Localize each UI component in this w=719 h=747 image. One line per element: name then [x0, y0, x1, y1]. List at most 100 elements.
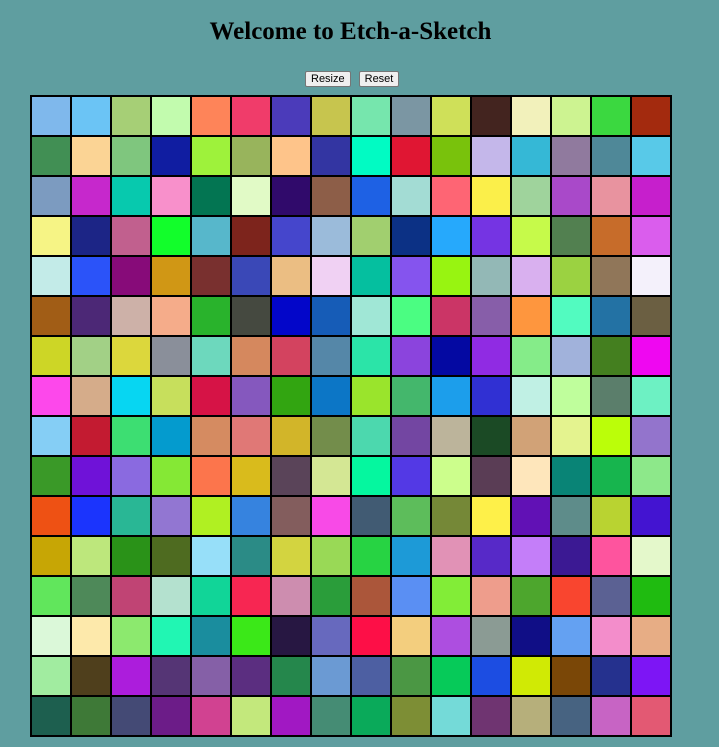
- grid-cell[interactable]: [231, 136, 271, 176]
- grid-cell[interactable]: [31, 416, 71, 456]
- grid-cell[interactable]: [31, 576, 71, 616]
- grid-cell[interactable]: [471, 456, 511, 496]
- grid-cell[interactable]: [311, 336, 351, 376]
- grid-cell[interactable]: [71, 96, 111, 136]
- grid-cell[interactable]: [551, 336, 591, 376]
- grid-cell[interactable]: [311, 96, 351, 136]
- grid-cell[interactable]: [231, 336, 271, 376]
- grid-cell[interactable]: [271, 336, 311, 376]
- grid-cell[interactable]: [591, 536, 631, 576]
- grid-cell[interactable]: [31, 456, 71, 496]
- grid-cell[interactable]: [471, 216, 511, 256]
- grid-cell[interactable]: [111, 536, 151, 576]
- grid-cell[interactable]: [191, 376, 231, 416]
- resize-button[interactable]: Resize: [305, 71, 351, 87]
- grid-cell[interactable]: [151, 216, 191, 256]
- grid-cell[interactable]: [551, 136, 591, 176]
- grid-cell[interactable]: [551, 576, 591, 616]
- grid-cell[interactable]: [111, 456, 151, 496]
- grid-cell[interactable]: [231, 496, 271, 536]
- grid-cell[interactable]: [231, 536, 271, 576]
- grid-cell[interactable]: [631, 136, 671, 176]
- grid-cell[interactable]: [471, 296, 511, 336]
- grid-cell[interactable]: [351, 656, 391, 696]
- grid-cell[interactable]: [511, 696, 551, 736]
- grid-cell[interactable]: [351, 96, 391, 136]
- grid-cell[interactable]: [351, 376, 391, 416]
- grid-cell[interactable]: [71, 656, 111, 696]
- grid-cell[interactable]: [231, 456, 271, 496]
- grid-cell[interactable]: [311, 136, 351, 176]
- grid-cell[interactable]: [111, 336, 151, 376]
- grid-cell[interactable]: [431, 176, 471, 216]
- grid-cell[interactable]: [151, 656, 191, 696]
- grid-cell[interactable]: [191, 576, 231, 616]
- grid-cell[interactable]: [631, 456, 671, 496]
- grid-cell[interactable]: [191, 696, 231, 736]
- grid-cell[interactable]: [311, 496, 351, 536]
- grid-cell[interactable]: [311, 656, 351, 696]
- grid-cell[interactable]: [391, 96, 431, 136]
- grid-cell[interactable]: [631, 576, 671, 616]
- grid-cell[interactable]: [551, 376, 591, 416]
- grid-cell[interactable]: [311, 536, 351, 576]
- grid-cell[interactable]: [591, 296, 631, 336]
- grid-cell[interactable]: [31, 336, 71, 376]
- grid-cell[interactable]: [471, 256, 511, 296]
- grid-cell[interactable]: [551, 456, 591, 496]
- grid-cell[interactable]: [151, 296, 191, 336]
- grid-cell[interactable]: [591, 336, 631, 376]
- grid-cell[interactable]: [231, 96, 271, 136]
- grid-cell[interactable]: [271, 376, 311, 416]
- grid-cell[interactable]: [111, 296, 151, 336]
- grid-cell[interactable]: [151, 336, 191, 376]
- grid-cell[interactable]: [31, 256, 71, 296]
- grid-cell[interactable]: [271, 416, 311, 456]
- grid-cell[interactable]: [31, 616, 71, 656]
- grid-cell[interactable]: [111, 216, 151, 256]
- grid-cell[interactable]: [391, 216, 431, 256]
- grid-cell[interactable]: [511, 176, 551, 216]
- grid-cell[interactable]: [31, 536, 71, 576]
- grid-cell[interactable]: [391, 416, 431, 456]
- grid-cell[interactable]: [151, 416, 191, 456]
- grid-cell[interactable]: [311, 416, 351, 456]
- grid-cell[interactable]: [151, 496, 191, 536]
- grid-cell[interactable]: [191, 416, 231, 456]
- grid-cell[interactable]: [471, 616, 511, 656]
- grid-cell[interactable]: [591, 656, 631, 696]
- grid-cell[interactable]: [511, 456, 551, 496]
- grid-cell[interactable]: [591, 616, 631, 656]
- grid-cell[interactable]: [551, 216, 591, 256]
- grid-cell[interactable]: [431, 696, 471, 736]
- grid-cell[interactable]: [31, 216, 71, 256]
- grid-cell[interactable]: [471, 376, 511, 416]
- grid-cell[interactable]: [351, 336, 391, 376]
- grid-cell[interactable]: [631, 336, 671, 376]
- reset-button[interactable]: Reset: [358, 71, 400, 87]
- grid-cell[interactable]: [231, 176, 271, 216]
- grid-cell[interactable]: [551, 176, 591, 216]
- grid-cell[interactable]: [471, 176, 511, 216]
- grid-cell[interactable]: [191, 336, 231, 376]
- grid-cell[interactable]: [431, 296, 471, 336]
- grid-cell[interactable]: [391, 176, 431, 216]
- grid-cell[interactable]: [191, 616, 231, 656]
- grid-cell[interactable]: [271, 216, 311, 256]
- grid-cell[interactable]: [431, 456, 471, 496]
- grid-cell[interactable]: [511, 376, 551, 416]
- grid-cell[interactable]: [111, 416, 151, 456]
- grid-cell[interactable]: [231, 656, 271, 696]
- grid-cell[interactable]: [431, 656, 471, 696]
- grid-cell[interactable]: [391, 576, 431, 616]
- grid-cell[interactable]: [511, 336, 551, 376]
- grid-cell[interactable]: [271, 656, 311, 696]
- grid-cell[interactable]: [471, 96, 511, 136]
- grid-cell[interactable]: [551, 416, 591, 456]
- grid-cell[interactable]: [71, 176, 111, 216]
- grid-cell[interactable]: [71, 536, 111, 576]
- grid-cell[interactable]: [231, 376, 271, 416]
- grid-cell[interactable]: [511, 256, 551, 296]
- grid-cell[interactable]: [591, 96, 631, 136]
- grid-cell[interactable]: [391, 496, 431, 536]
